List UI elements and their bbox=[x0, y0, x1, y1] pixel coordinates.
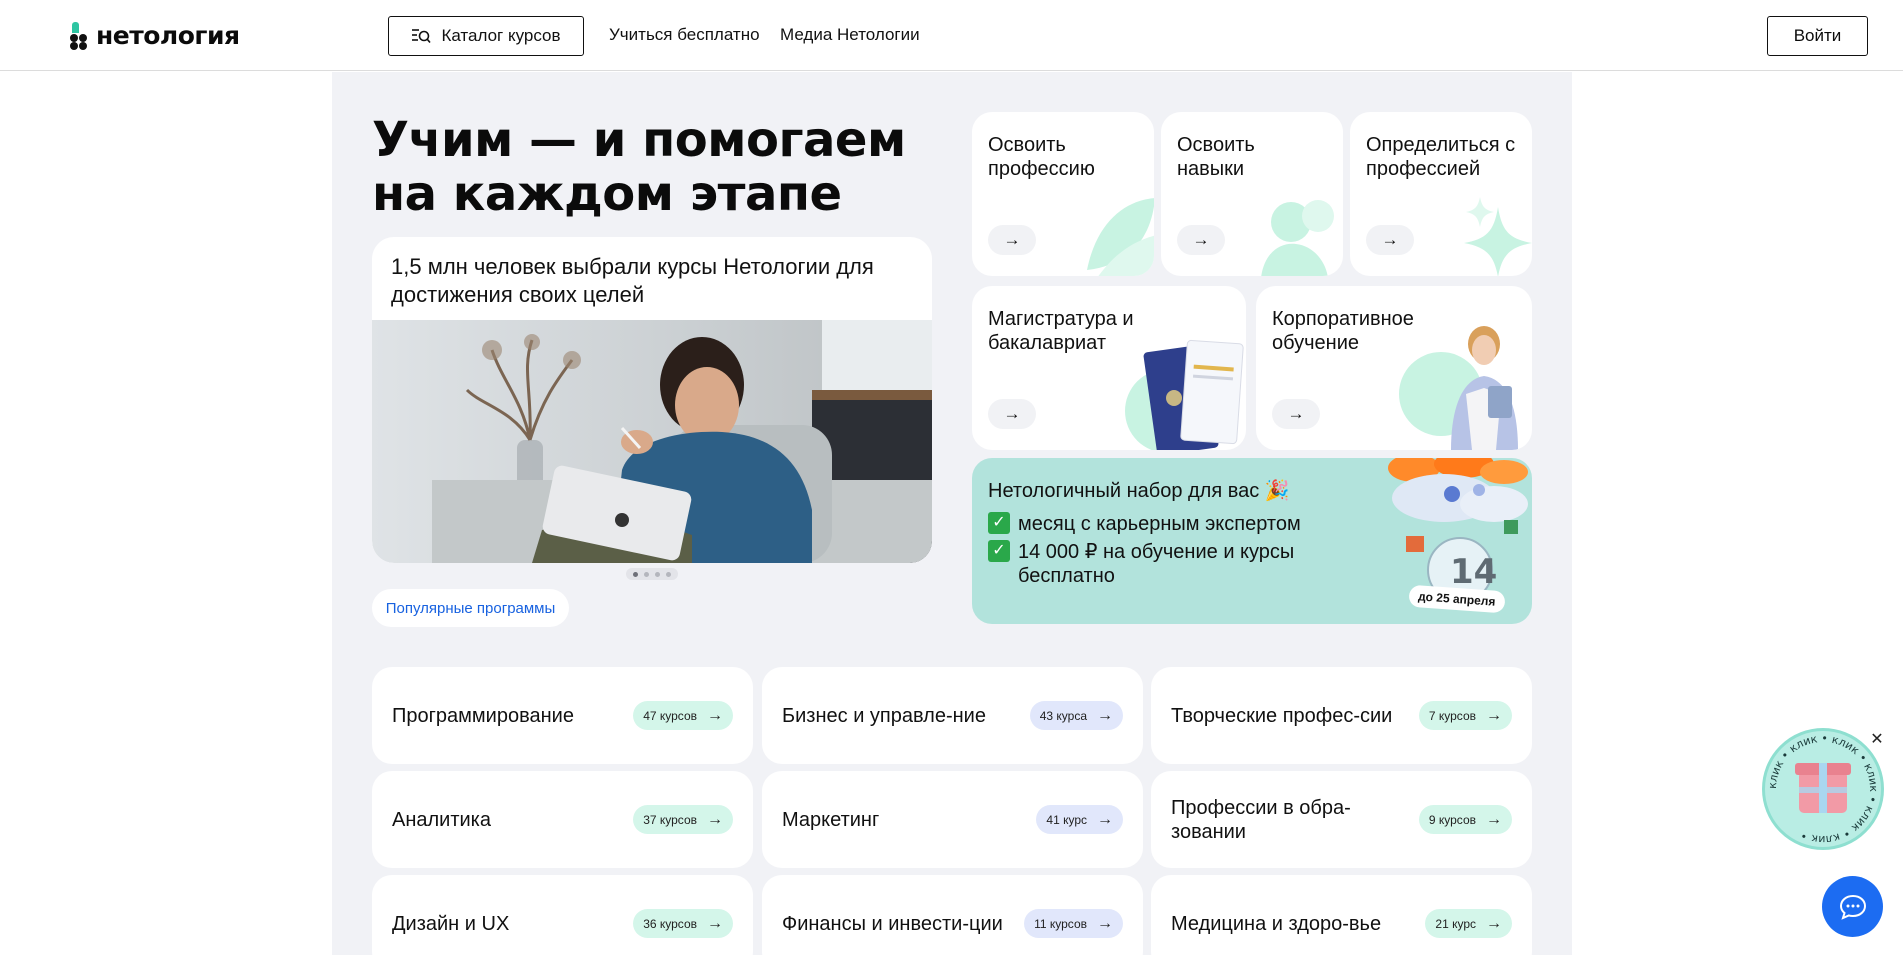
category-name: Аналитика bbox=[392, 808, 491, 831]
logo-text: нетология bbox=[96, 20, 240, 50]
promo-item-text: 14 000 ₽ на обучение и курсы бесплатно bbox=[1018, 541, 1295, 587]
category-card-programming[interactable]: Программирование 47 курсов → bbox=[372, 667, 753, 764]
direction-card-profession[interactable]: Освоить профессию → bbox=[972, 112, 1154, 276]
promo-item: ✓ 14 000 ₽ на обучение и курсы бесплатно bbox=[988, 540, 1318, 588]
course-count-pill[interactable]: 47 курсов → bbox=[633, 701, 733, 730]
arrow-right-icon[interactable]: → bbox=[1177, 225, 1225, 255]
promo-item-text: месяц с карьерным экспертом bbox=[1018, 513, 1301, 535]
category-card-finance[interactable]: Финансы и инвести-ции 11 курсов → bbox=[762, 875, 1143, 955]
direction-title: Корпоративное обучение bbox=[1272, 308, 1414, 354]
student-photo bbox=[372, 320, 932, 563]
arrow-right-icon: → bbox=[1486, 810, 1502, 828]
course-count: 21 курс bbox=[1435, 916, 1476, 931]
carousel-dot[interactable] bbox=[655, 571, 660, 577]
login-button[interactable]: Войти bbox=[1767, 16, 1868, 56]
chat-bubble-icon bbox=[1839, 894, 1866, 920]
category-card-marketing[interactable]: Маркетинг 41 курс → bbox=[762, 771, 1143, 868]
logo-mark-icon bbox=[70, 20, 90, 50]
category-card-design[interactable]: Дизайн и UX 36 курсов → bbox=[372, 875, 753, 955]
course-count: 9 курсов bbox=[1428, 812, 1476, 827]
carousel-dots[interactable] bbox=[626, 568, 678, 580]
arrow-right-icon: → bbox=[1486, 914, 1502, 932]
story-text: 1,5 млн человек выбрали курсы Нетологии … bbox=[391, 254, 874, 307]
category-name: Программирование bbox=[392, 704, 574, 727]
nav-media[interactable]: Медиа Нетологии bbox=[780, 25, 920, 45]
carousel-dot[interactable] bbox=[666, 571, 671, 577]
direction-title: Освоить навыки bbox=[1177, 134, 1255, 180]
arrow-right-icon: → bbox=[707, 810, 723, 828]
gift-box-icon: клик • клик • клик • клик • клик • клик … bbox=[1766, 732, 1880, 846]
promo-title: Нетологичный набор для вас 🎉 bbox=[988, 480, 1290, 502]
course-count-pill[interactable]: 9 курсов → bbox=[1418, 805, 1512, 834]
category-name: Профессии в обра-зовании bbox=[1171, 796, 1351, 843]
leaf-decoration-icon bbox=[1087, 198, 1154, 276]
checkmark-icon: ✓ bbox=[988, 512, 1010, 534]
direction-card-corporate[interactable]: Корпоративное обучение → bbox=[1256, 286, 1532, 450]
arrow-right-icon[interactable]: → bbox=[988, 399, 1036, 429]
course-count: 41 курс bbox=[1046, 812, 1087, 827]
logo[interactable]: нетология bbox=[70, 17, 240, 53]
course-count-pill[interactable]: 36 курсов → bbox=[633, 909, 733, 938]
promo-card[interactable]: Нетологичный набор для вас 🎉 ✓ месяц с к… bbox=[972, 458, 1532, 624]
category-card-analytics[interactable]: Аналитика 37 курсов → bbox=[372, 771, 753, 868]
arrow-right-icon: → bbox=[1097, 810, 1113, 828]
course-count: 11 курсов bbox=[1034, 916, 1087, 931]
catalog-search-icon bbox=[412, 29, 432, 44]
category-name: Творческие профес-сии bbox=[1171, 704, 1393, 727]
category-name: Медицина и здоро-вье bbox=[1171, 912, 1382, 935]
course-count-pill[interactable]: 21 курс → bbox=[1425, 909, 1512, 938]
category-card-creative[interactable]: Творческие профес-сии 7 курсов → bbox=[1151, 667, 1532, 764]
course-count: 43 курса bbox=[1039, 708, 1087, 723]
arrow-right-icon: → bbox=[1097, 706, 1113, 724]
course-count-pill[interactable]: 43 курса → bbox=[1029, 701, 1123, 730]
arrow-right-icon: → bbox=[707, 914, 723, 932]
course-count: 7 курсов bbox=[1428, 708, 1476, 723]
close-icon[interactable]: ✕ bbox=[1868, 731, 1886, 749]
direction-card-choose[interactable]: Определиться с профессией → bbox=[1350, 112, 1532, 276]
course-count-pill[interactable]: 7 курсов → bbox=[1418, 701, 1512, 730]
promo-item: ✓ месяц с карьерным экспертом bbox=[988, 512, 1301, 536]
story-card[interactable]: 1,5 млн человек выбрали курсы Нетологии … bbox=[372, 237, 932, 563]
course-count: 47 курсов bbox=[643, 708, 697, 723]
direction-title: Определиться с профессией bbox=[1366, 134, 1516, 180]
course-count-pill[interactable]: 41 курс → bbox=[1036, 805, 1123, 834]
nav-free-learning[interactable]: Учиться бесплатно bbox=[609, 25, 760, 45]
arrow-right-icon: → bbox=[1486, 706, 1502, 724]
direction-card-degree[interactable]: Магистратура и бакалавриат → bbox=[972, 286, 1246, 450]
arrow-right-icon[interactable]: → bbox=[988, 225, 1036, 255]
hero-title: Учим — и помогаем на каждом этапе bbox=[372, 112, 906, 222]
carousel-dot[interactable] bbox=[633, 571, 638, 577]
category-name: Финансы и инвести-ции bbox=[782, 912, 1003, 935]
arrow-right-icon: → bbox=[707, 706, 723, 724]
popular-programs-tab[interactable]: Популярные программы bbox=[372, 589, 569, 627]
chat-button[interactable] bbox=[1822, 876, 1883, 937]
catalog-button[interactable]: Каталог курсов bbox=[388, 16, 584, 56]
arrow-right-icon[interactable]: → bbox=[1272, 399, 1320, 429]
course-count: 37 курсов bbox=[643, 812, 697, 827]
arrow-right-icon: → bbox=[1097, 914, 1113, 932]
promo-badge-number: 14 bbox=[1450, 552, 1498, 592]
course-count: 36 курсов bbox=[643, 916, 697, 931]
category-card-business[interactable]: Бизнес и управле-ние 43 курса → bbox=[762, 667, 1143, 764]
category-name: Маркетинг bbox=[782, 808, 880, 831]
category-name: Бизнес и управле-ние bbox=[782, 704, 986, 727]
category-card-education[interactable]: Профессии в обра-зовании 9 курсов → bbox=[1151, 771, 1532, 868]
direction-title: Магистратура и бакалавриат bbox=[988, 308, 1134, 354]
carousel-dot[interactable] bbox=[644, 571, 649, 577]
catalog-label: Каталог курсов bbox=[441, 26, 561, 45]
checkmark-icon: ✓ bbox=[988, 540, 1010, 562]
arrow-right-icon[interactable]: → bbox=[1366, 225, 1414, 255]
category-name: Дизайн и UX bbox=[392, 912, 510, 935]
site-header: нетология Каталог курсов Учиться бесплат… bbox=[0, 0, 1903, 71]
people-decoration-icon bbox=[1261, 200, 1334, 276]
sparkle-decoration-icon bbox=[1464, 197, 1532, 276]
direction-card-skills[interactable]: Освоить навыки → bbox=[1161, 112, 1343, 276]
gift-widget[interactable]: клик • клик • клик • клик • клик • клик … bbox=[1762, 728, 1884, 850]
direction-title: Освоить профессию bbox=[988, 134, 1095, 180]
category-card-medicine[interactable]: Медицина и здоро-вье 21 курс → bbox=[1151, 875, 1532, 955]
course-count-pill[interactable]: 37 курсов → bbox=[633, 805, 733, 834]
course-count-pill[interactable]: 11 курсов → bbox=[1024, 909, 1123, 938]
